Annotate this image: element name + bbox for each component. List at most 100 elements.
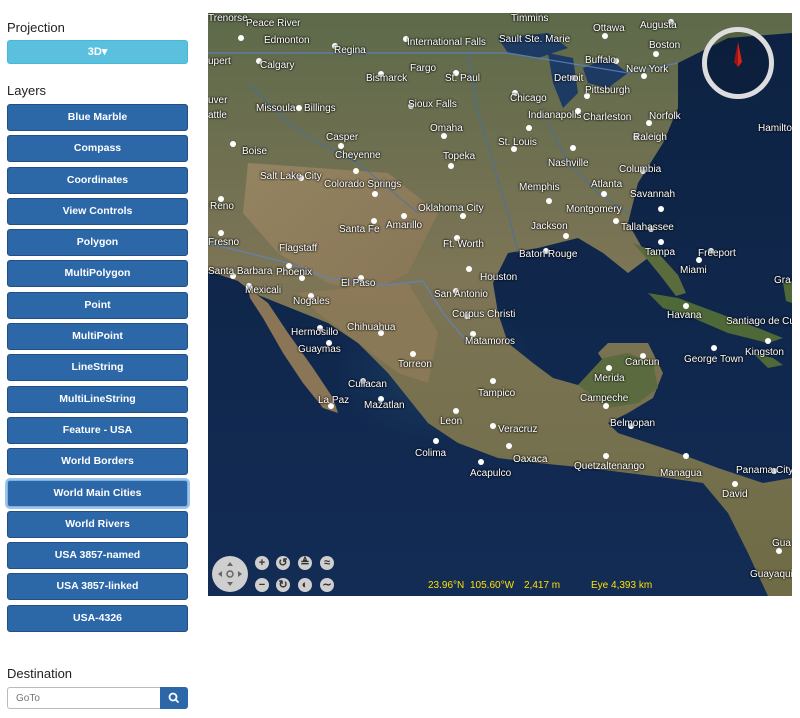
layer-coordinates-button[interactable]: Coordinates (7, 166, 188, 194)
layer-compass-button[interactable]: Compass (7, 135, 188, 163)
layer-world-main-cities-button[interactable]: World Main Cities (7, 479, 188, 507)
city-marker[interactable] (683, 303, 689, 309)
city-label: George Town (684, 354, 744, 365)
city-label: Gra (774, 275, 791, 286)
layer-multipoint-button[interactable]: MultiPoint (7, 323, 188, 351)
city-marker[interactable] (218, 230, 224, 236)
layer-usa-3857-named-button[interactable]: USA 3857-named (7, 542, 188, 570)
city-label: Torreon (398, 359, 432, 370)
layer-blue-marble-button[interactable]: Blue Marble (7, 104, 188, 131)
city-marker[interactable] (575, 108, 581, 114)
layer-usa-3857-linked-button[interactable]: USA 3857-linked (7, 573, 188, 601)
city-marker[interactable] (570, 145, 576, 151)
destination-title: Destination (7, 666, 73, 681)
layer-world-borders-button[interactable]: World Borders (7, 448, 188, 476)
city-marker[interactable] (601, 191, 607, 197)
layer-feature-usa-button[interactable]: Feature - USA (7, 416, 188, 444)
city-marker[interactable] (401, 213, 407, 219)
city-marker[interactable] (353, 168, 359, 174)
city-label: Guayaquil (750, 569, 792, 580)
city-label: Oklahoma City (418, 203, 484, 214)
exaggerate-down-button[interactable]: ∼ (320, 578, 334, 592)
city-marker[interactable] (238, 35, 244, 41)
city-marker[interactable] (448, 163, 454, 169)
compass[interactable] (702, 27, 774, 99)
city-label: Guaymas (298, 344, 341, 355)
city-marker[interactable] (603, 453, 609, 459)
layer-multilinestring-button[interactable]: MultiLineString (7, 385, 188, 413)
city-marker[interactable] (230, 141, 236, 147)
city-label: Colima (415, 448, 447, 459)
projection-dropdown[interactable]: 3D▾ (7, 40, 188, 64)
tilt-up-button[interactable]: ≜ (298, 556, 312, 570)
city-label: Baton Rouge (519, 249, 578, 260)
city-marker[interactable] (478, 459, 484, 465)
city-label: Corpus Christi (452, 309, 516, 320)
city-label: Chihuahua (347, 322, 396, 333)
city-label: Managua (660, 468, 702, 479)
city-label: Colorado Springs (324, 179, 402, 190)
goto-input[interactable] (7, 687, 161, 709)
layer-view-controls-button[interactable]: View Controls (7, 197, 188, 225)
goto-search-button[interactable] (160, 687, 188, 709)
city-label: Santa Barbara (208, 266, 273, 277)
city-label: Montgomery (566, 204, 622, 215)
city-label: Nogales (293, 296, 330, 307)
city-marker[interactable] (563, 233, 569, 239)
city-marker[interactable] (711, 345, 717, 351)
city-label: Merida (594, 373, 625, 384)
city-label: Atlanta (591, 179, 623, 190)
zoom-in-button[interactable]: + (255, 556, 269, 570)
city-marker[interactable] (653, 51, 659, 57)
city-label: Savannah (630, 189, 676, 200)
rotate-right-button[interactable]: ↻ (276, 578, 290, 592)
city-label: Tampa (645, 247, 676, 258)
city-label: Culiacan (348, 379, 387, 390)
city-marker[interactable] (433, 438, 439, 444)
city-marker[interactable] (613, 218, 619, 224)
exaggerate-up-button[interactable]: ≈ (320, 556, 334, 570)
city-marker[interactable] (732, 481, 738, 487)
city-marker[interactable] (765, 338, 771, 344)
rotate-left-button[interactable]: ↺ (276, 556, 290, 570)
city-marker[interactable] (466, 266, 472, 272)
city-label: Tampico (478, 388, 516, 399)
city-label: attle (208, 110, 227, 121)
city-marker[interactable] (453, 408, 459, 414)
city-marker[interactable] (606, 365, 612, 371)
city-marker[interactable] (490, 423, 496, 429)
zoom-out-button[interactable]: − (255, 578, 269, 592)
city-marker[interactable] (683, 453, 689, 459)
latitude-readout: 23.96°N (428, 580, 465, 591)
layer-polygon-button[interactable]: Polygon (7, 229, 188, 257)
compass-needle-icon (734, 42, 742, 67)
city-label: Topeka (443, 151, 476, 162)
city-marker[interactable] (526, 125, 532, 131)
pan-control[interactable] (212, 556, 248, 592)
city-marker[interactable] (490, 378, 496, 384)
layer-linestring-button[interactable]: LineString (7, 354, 188, 382)
city-marker[interactable] (338, 143, 344, 149)
layer-point-button[interactable]: Point (7, 291, 188, 319)
layer-multipolygon-button[interactable]: MultiPolygon (7, 260, 188, 288)
city-label: Calgary (260, 60, 295, 71)
city-marker[interactable] (658, 239, 664, 245)
city-marker[interactable] (546, 198, 552, 204)
city-label: Casper (326, 132, 359, 143)
layer-world-rivers-button[interactable]: World Rivers (7, 510, 188, 538)
city-marker[interactable] (696, 257, 702, 263)
city-label: Indianapolis (528, 110, 582, 121)
city-marker[interactable] (658, 206, 664, 212)
city-label: International Falls (407, 37, 486, 48)
city-label: Boise (242, 146, 268, 157)
city-marker[interactable] (506, 443, 512, 449)
city-marker[interactable] (372, 191, 378, 197)
globe-map[interactable]: Peace River Edmonton Regina Internationa… (208, 13, 792, 596)
tilt-down-button[interactable]: ◐ (298, 578, 312, 592)
city-label: Omaha (430, 123, 463, 134)
city-label: Boston (649, 40, 681, 51)
city-label: El Paso (341, 278, 376, 289)
city-marker[interactable] (410, 351, 416, 357)
city-marker[interactable] (296, 105, 302, 111)
layer-usa-4326-button[interactable]: USA-4326 (7, 604, 188, 632)
